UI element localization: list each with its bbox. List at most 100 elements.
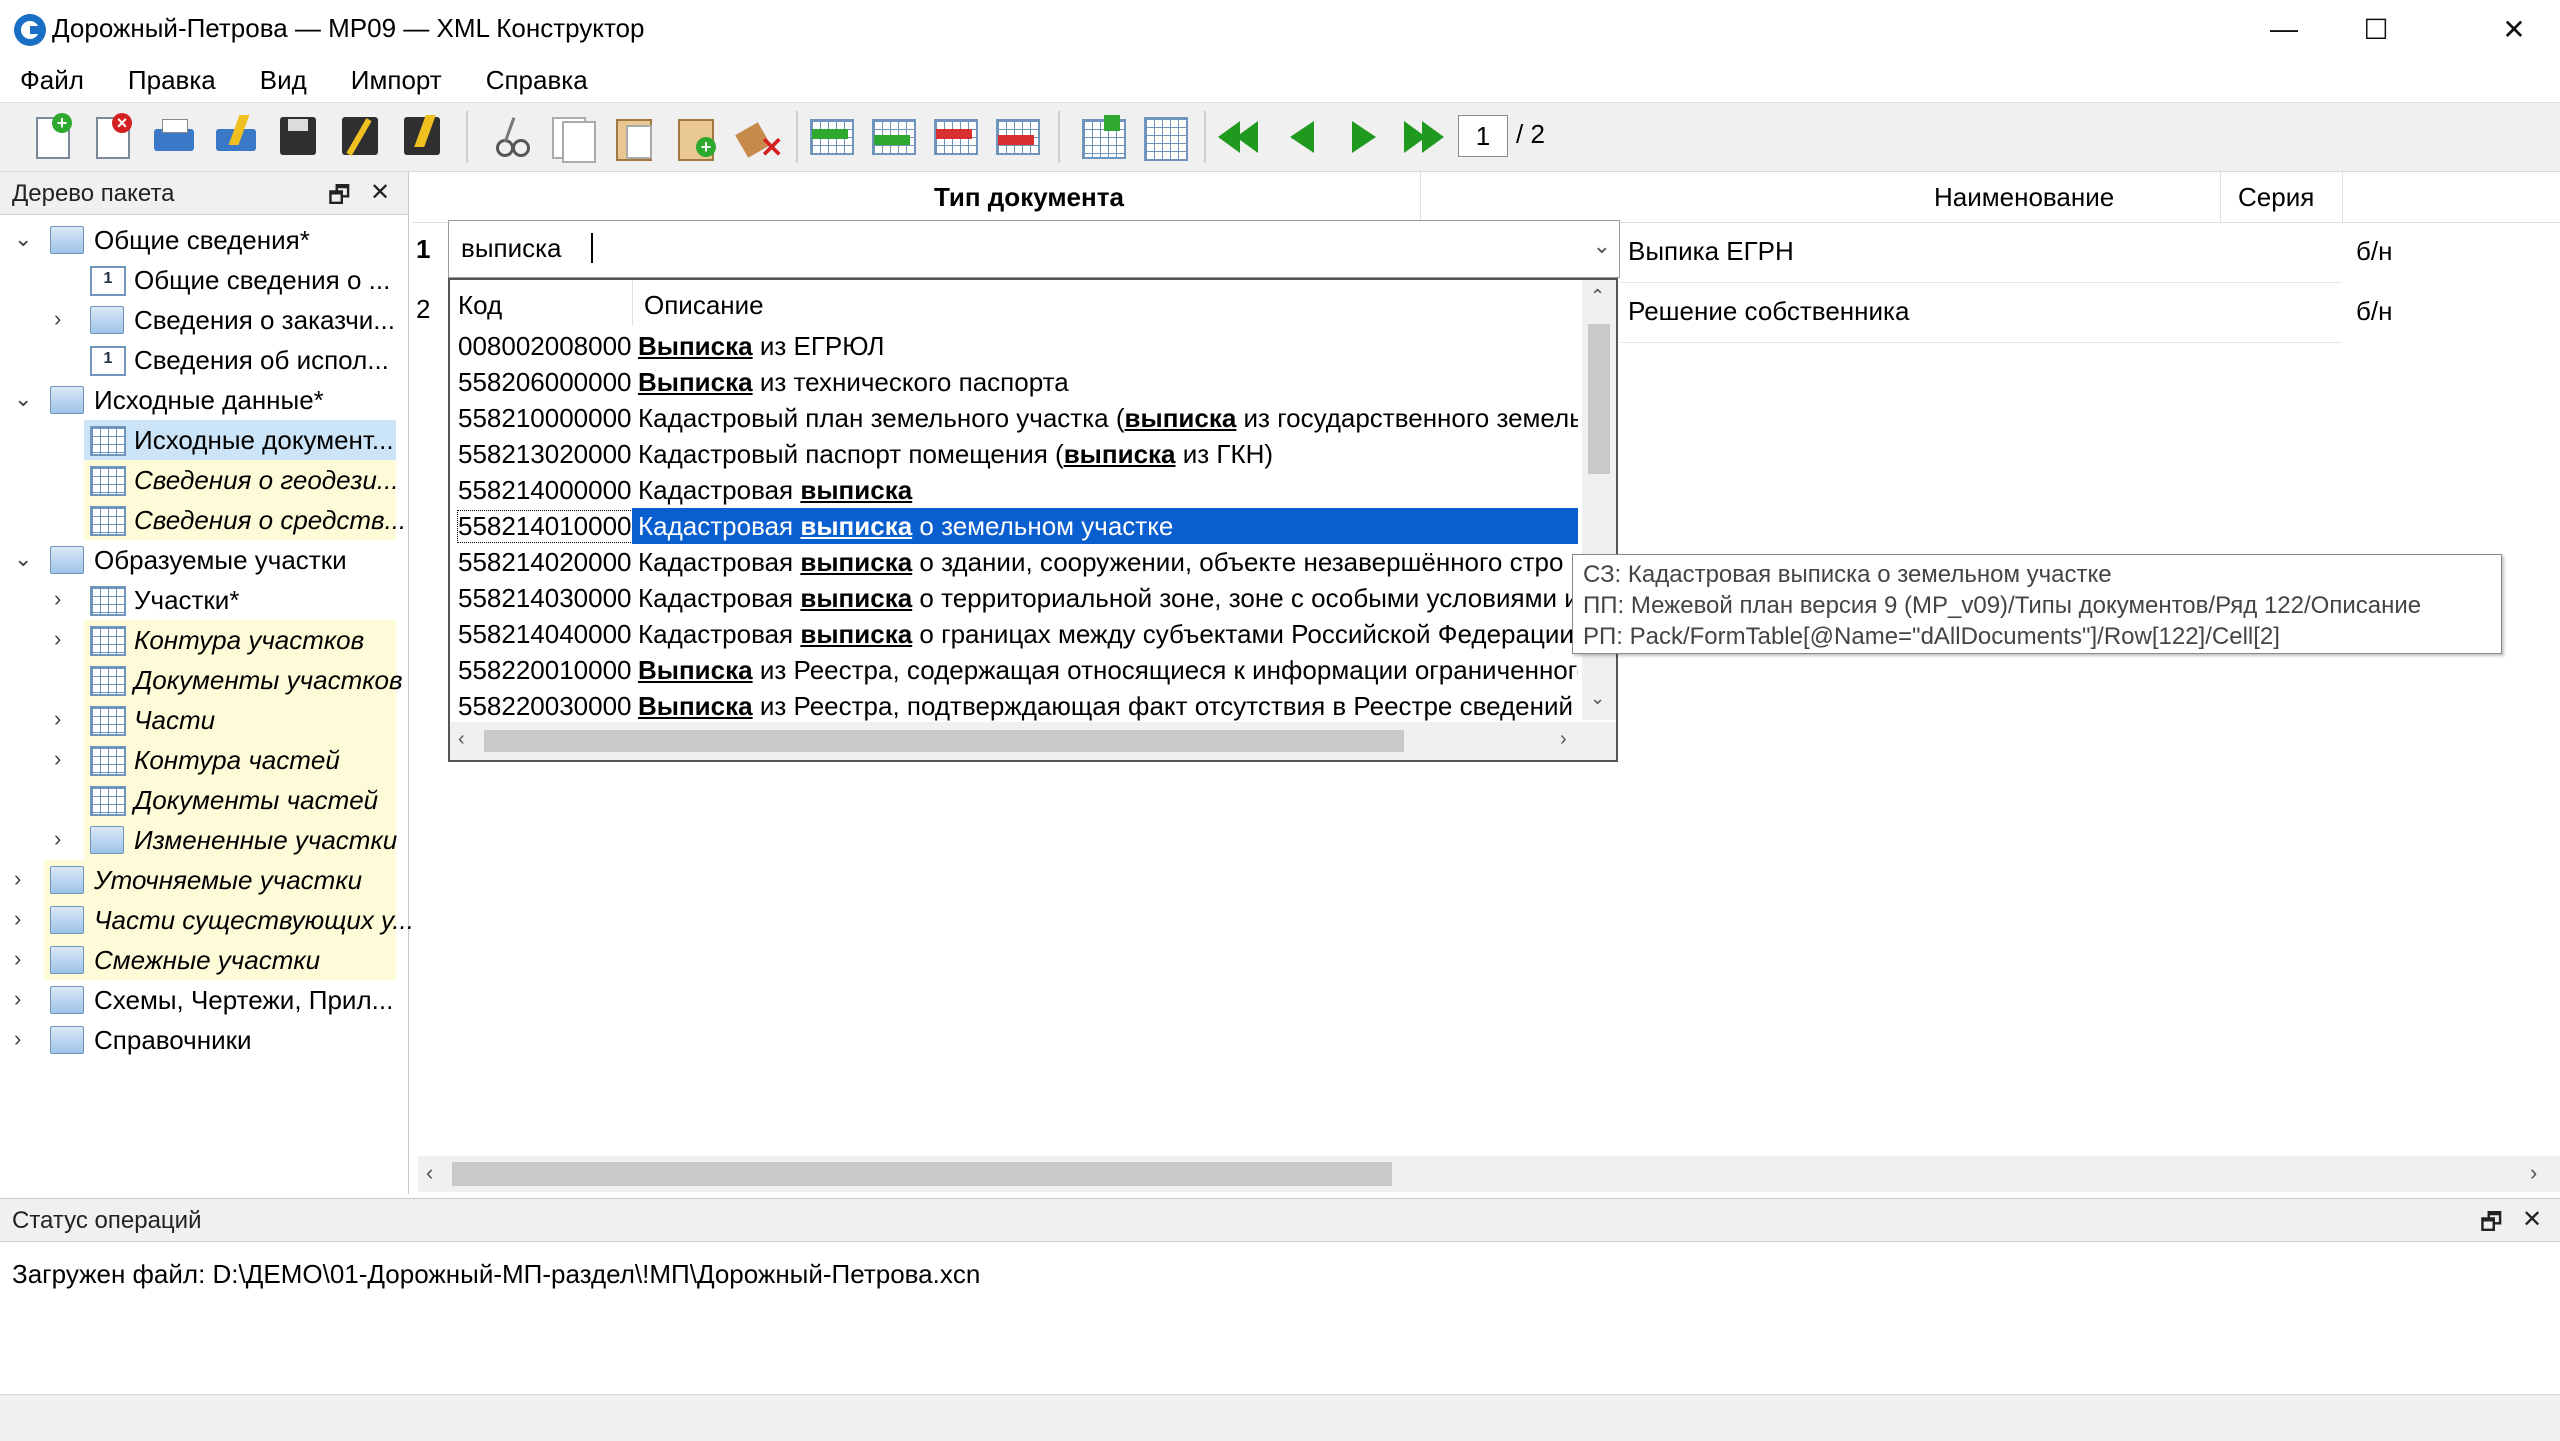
document-type-combobox[interactable]: выписка ⌄	[448, 220, 1620, 278]
tree-item[interactable]: ⌄ Общие сведения*	[0, 220, 400, 260]
dropdown-option[interactable]: 558214020000 Кадастровая выписка о здании…	[450, 544, 1580, 580]
scroll-left-icon[interactable]: ‹	[458, 728, 465, 751]
paste-add-button[interactable]: +	[672, 113, 720, 161]
chevron-down-icon[interactable]: ⌄	[14, 546, 34, 572]
chevron-down-icon[interactable]: ⌄	[1593, 233, 1611, 259]
undock-icon[interactable]: 🗗	[2480, 1205, 2503, 1246]
chevron-right-icon[interactable]: ›	[14, 866, 34, 892]
scroll-up-icon[interactable]: ⌃	[1590, 286, 1605, 307]
scroll-right-icon[interactable]: ›	[1560, 728, 1567, 751]
dropdown-option[interactable]: 558206000000 Выписка из технического пасп…	[450, 364, 1580, 400]
save-validate-button[interactable]	[398, 113, 446, 161]
cell-name[interactable]: Выпика ЕГРН	[1628, 236, 1794, 267]
chevron-right-icon[interactable]: ›	[54, 586, 74, 612]
chevron-right-icon[interactable]: ›	[54, 746, 74, 772]
scroll-down-icon[interactable]: ⌄	[1590, 688, 1605, 709]
close-panel-icon[interactable]: ✕	[2522, 1205, 2542, 1234]
undock-icon[interactable]: 🗗	[328, 178, 351, 219]
previous-page-button[interactable]	[1278, 113, 1326, 161]
scrollbar-thumb[interactable]	[452, 1162, 1392, 1186]
next-page-button[interactable]	[1340, 113, 1388, 161]
menu-help[interactable]: Справка	[466, 65, 612, 96]
column-header-type[interactable]: Тип документа	[934, 182, 1124, 213]
tree-item[interactable]: › Сведения о заказчи...	[0, 300, 400, 340]
chevron-right-icon[interactable]: ›	[54, 706, 74, 732]
tree-item[interactable]: ⌄ Образуемые участки	[0, 540, 400, 580]
tree-item[interactable]: Документы частей	[0, 780, 400, 820]
chevron-right-icon[interactable]: ›	[14, 986, 34, 1012]
copy-button[interactable]	[548, 113, 596, 163]
menu-import[interactable]: Импорт	[331, 65, 466, 96]
save-as-button[interactable]	[336, 113, 384, 161]
menu-file[interactable]: Файл	[0, 65, 108, 96]
clear-button[interactable]: ✕	[734, 113, 783, 163]
menu-view[interactable]: Вид	[240, 65, 331, 96]
chevron-right-icon[interactable]: ›	[54, 306, 74, 332]
dropdown-option[interactable]: 558214030000 Кадастровая выписка о террит…	[450, 580, 1580, 616]
dropdown-option[interactable]: 558214000000 Кадастровая выписка	[450, 472, 1580, 508]
tree-item[interactable]: › Части существующих у...	[0, 900, 414, 940]
dropdown-option[interactable]: 558213020000 Кадастровый паспорт помещени…	[450, 436, 1580, 472]
scrollbar-thumb[interactable]	[1588, 324, 1610, 474]
tree-item[interactable]: › Справочники	[0, 1020, 400, 1060]
scroll-left-icon[interactable]: ‹	[426, 1160, 433, 1186]
tree-item[interactable]: › Уточняемые участки	[0, 860, 400, 900]
tree-item[interactable]: 1 Сведения об испол...	[0, 340, 400, 380]
dropdown-option[interactable]: 558220030000 Выписка из Реестра, подтверж…	[450, 688, 1580, 724]
grid-horizontal-scrollbar[interactable]: ‹ ›	[418, 1156, 2560, 1192]
insert-row-above-button[interactable]	[806, 113, 854, 161]
new-document-button[interactable]: +	[28, 113, 76, 161]
close-document-button[interactable]: ×	[88, 113, 136, 161]
dropdown-option[interactable]: 008002008000 Выписка из ЕГРЮЛ	[450, 328, 1580, 364]
tree-item[interactable]: › Участки*	[0, 580, 400, 620]
tree-item[interactable]: 1 Общие сведения о ...	[0, 260, 400, 300]
page-number-input[interactable]: 1	[1458, 115, 1508, 157]
column-header-series[interactable]: Серия	[2238, 182, 2314, 213]
menu-edit[interactable]: Правка	[108, 65, 240, 96]
tree-item[interactable]: › Контура участков	[0, 620, 400, 660]
print-button[interactable]	[150, 113, 198, 161]
scrollbar-thumb[interactable]	[484, 730, 1404, 752]
import-table-button[interactable]	[1078, 113, 1126, 161]
save-button[interactable]	[274, 113, 322, 161]
last-page-button[interactable]	[1400, 113, 1448, 161]
quick-print-button[interactable]	[212, 113, 260, 161]
dropdown-option[interactable]: 558214040000 Кадастровая выписка о границ…	[450, 616, 1580, 652]
chevron-right-icon[interactable]: ›	[14, 1026, 34, 1052]
dropdown-option[interactable]: 558214010000 Кадастровая выписка о земель…	[450, 508, 1580, 544]
tree-item[interactable]: › Смежные участки	[0, 940, 400, 980]
tree-item[interactable]: › Схемы, Чертежи, Прил...	[0, 980, 400, 1020]
dropdown-horizontal-scrollbar[interactable]: ‹ ›	[450, 722, 1616, 760]
chevron-right-icon[interactable]: ›	[14, 906, 34, 932]
column-header-name[interactable]: Наименование	[1934, 182, 2114, 213]
document-type-input[interactable]: выписка	[461, 233, 562, 264]
tree-item[interactable]: ⌄ Исходные данные*	[0, 380, 400, 420]
close-window-button[interactable]: ✕	[2468, 0, 2560, 58]
tree-item[interactable]: Документы участков	[0, 660, 403, 700]
tree-item[interactable]: › Контура частей	[0, 740, 400, 780]
chevron-right-icon[interactable]: ›	[54, 626, 74, 652]
tree-item[interactable]: Сведения о геодези...	[0, 460, 400, 500]
cell-series[interactable]: б/н	[2356, 236, 2392, 267]
chevron-down-icon[interactable]: ⌄	[14, 226, 34, 252]
tree-item[interactable]: › Части	[0, 700, 400, 740]
tree-item[interactable]: Исходные документ...	[0, 420, 400, 460]
dropdown-option[interactable]: 558210000000 Кадастровый план земельного …	[450, 400, 1580, 436]
insert-row-below-button[interactable]	[868, 113, 916, 161]
delete-row-button[interactable]	[930, 113, 978, 161]
tree-item[interactable]: Сведения о средств...	[0, 500, 406, 540]
minimize-button[interactable]: —	[2238, 0, 2330, 58]
first-page-button[interactable]	[1216, 113, 1264, 161]
close-panel-icon[interactable]: ✕	[370, 178, 390, 207]
cell-series[interactable]: б/н	[2356, 296, 2392, 327]
chevron-right-icon[interactable]: ›	[14, 946, 34, 972]
table-view-button[interactable]	[1140, 113, 1188, 161]
chevron-down-icon[interactable]: ⌄	[14, 386, 34, 412]
scroll-right-icon[interactable]: ›	[2530, 1160, 2537, 1186]
cut-button[interactable]	[486, 113, 534, 161]
chevron-right-icon[interactable]: ›	[54, 826, 74, 852]
tree-item[interactable]: › Измененные участки	[0, 820, 400, 860]
maximize-button[interactable]: ☐	[2330, 0, 2422, 58]
delete-rows-button[interactable]	[992, 113, 1040, 161]
dropdown-option[interactable]: 558220010000 Выписка из Реестра, содержащ…	[450, 652, 1580, 688]
